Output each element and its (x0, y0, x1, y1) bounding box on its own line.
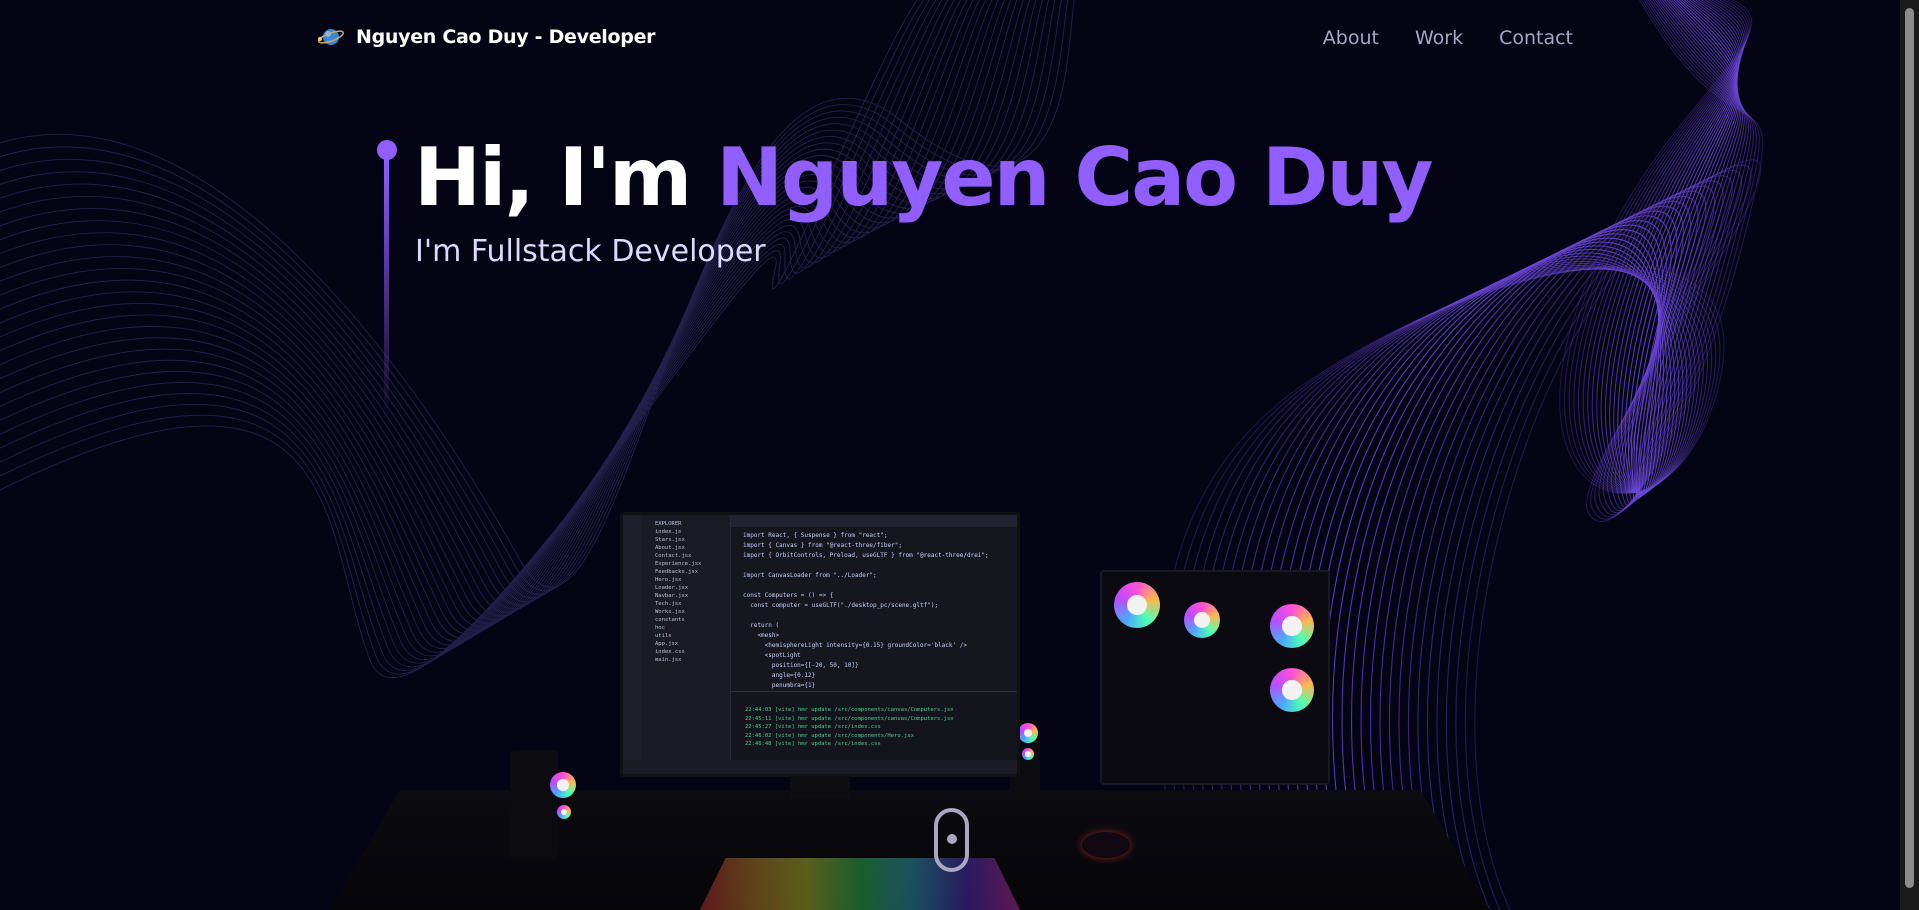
brand-name: Nguyen Cao Duy - Developer (356, 26, 656, 48)
nav-links: About Work Contact (1323, 27, 1573, 49)
left-speaker-ring-small (557, 805, 571, 819)
right-speaker-ring-small (1022, 748, 1034, 760)
left-speaker-ring (550, 772, 576, 798)
planet-logo-icon (317, 29, 345, 45)
hero-subtitle: I'm Fullstack Developer (415, 234, 766, 269)
editor-activity-bar (623, 515, 641, 774)
hero-accent-line (377, 140, 397, 440)
editor-explorer: EXPLORER index.js Stars.jsx About.jsx Conta… (641, 515, 731, 774)
pc-case (1100, 570, 1330, 785)
left-speaker (510, 750, 576, 860)
nav-link-work[interactable]: Work (1415, 27, 1463, 49)
scroll-mouse-icon[interactable] (934, 808, 969, 872)
scrollbar-thumb[interactable] (1905, 8, 1914, 888)
gaming-mouse (1082, 832, 1130, 858)
rgb-keyboard (700, 858, 1020, 910)
hero-greeting: Hi, I'm (414, 131, 717, 224)
pc-fan-1 (1114, 582, 1160, 628)
hero-accent-bar (384, 158, 389, 420)
editor-code: import React, { Suspense } from "react";… (743, 532, 989, 689)
scroll-indicator-ball (947, 834, 957, 844)
right-speaker-ring (1018, 723, 1038, 743)
hero-title: Hi, I'm Nguyen Cao Duy (414, 128, 1434, 228)
brand-link[interactable]: Nguyen Cao Duy - Developer (316, 22, 656, 52)
hero-accent-dot (377, 140, 397, 160)
editor-tabs (731, 515, 1017, 527)
nav-link-about[interactable]: About (1323, 27, 1379, 49)
nav-link-contact[interactable]: Contact (1499, 27, 1573, 49)
hero-name: Nguyen Cao Duy (716, 131, 1433, 224)
monitor-screen: EXPLORER index.js Stars.jsx About.jsx Conta… (620, 512, 1020, 777)
editor-terminal: 22:44:03 [vite] hmr update /src/componen… (731, 691, 1017, 760)
pc-fan-4 (1270, 668, 1314, 712)
monitor-stand (790, 776, 850, 798)
pc-fan-3 (1270, 604, 1314, 648)
navbar: Nguyen Cao Duy - Developer About Work Co… (0, 0, 1900, 80)
page-scrollbar[interactable] (1900, 0, 1919, 910)
pc-fan-2 (1184, 602, 1220, 638)
editor-status-bar (623, 760, 1017, 774)
